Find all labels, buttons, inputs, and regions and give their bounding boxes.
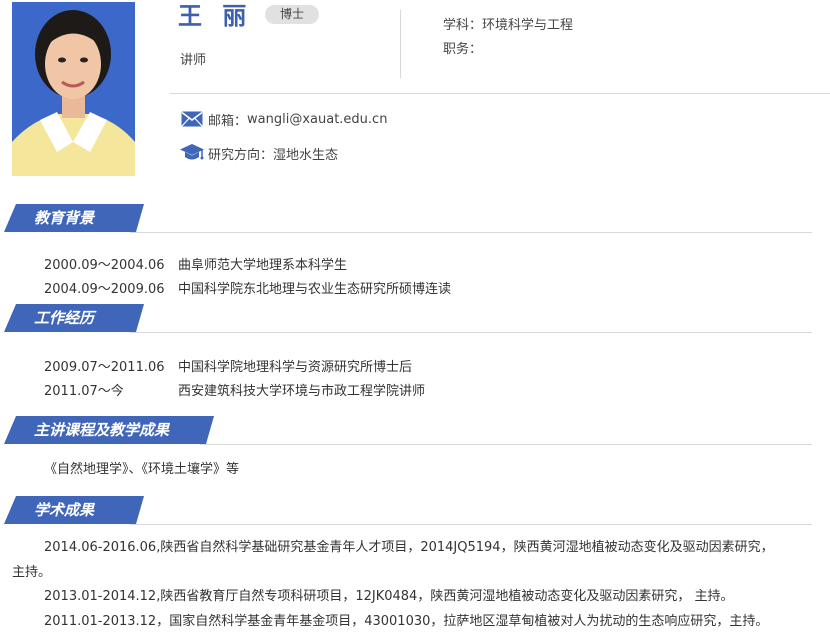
- research-item-1-line1: 2014.06-2016.06,陕西省自然科学基础研究基金青年人才项目，2014…: [44, 540, 774, 555]
- header-separator: [170, 93, 830, 94]
- subject-field: 学科：环境科学与工程: [443, 14, 573, 33]
- email-label: 邮箱：: [208, 113, 248, 129]
- item-text: 中国科学院东北地理与农业生态研究所硕博连读: [178, 282, 452, 297]
- section-title: 工作经历: [4, 304, 144, 332]
- section-rule: [130, 332, 812, 333]
- section-research-header: 学术成果: [0, 496, 812, 526]
- profile-photo: [12, 2, 135, 176]
- header-divider: [400, 10, 401, 78]
- item-text: 西安建筑科技大学环境与市政工程学院讲师: [178, 384, 426, 399]
- section-title: 学术成果: [4, 496, 144, 524]
- email-link[interactable]: wangli@xauat.edu.cn: [247, 112, 387, 127]
- research-item-1-line2: 主持。: [12, 565, 52, 580]
- section-rule: [200, 444, 812, 445]
- subject-value: 环境科学与工程: [482, 18, 574, 33]
- subject-label: 学科：: [443, 18, 483, 33]
- section-work-header: 工作经历: [0, 304, 812, 334]
- research-item-3: 2011.01-2013.12，国家自然科学基金青年基金项目，43001030，…: [44, 614, 769, 629]
- section-title: 主讲课程及教学成果: [4, 416, 214, 444]
- email-row: 邮箱： wangli@xauat.edu.cn: [180, 108, 387, 130]
- research-label: 研究方向：: [208, 147, 274, 163]
- item-date: 2000.09～2004.06: [44, 258, 165, 273]
- section-title: 教育背景: [4, 204, 144, 232]
- item-text: 曲阜师范大学地理系本科学生: [178, 258, 348, 273]
- research-value: 湿地水生态: [273, 147, 339, 163]
- job-title: 讲师: [180, 53, 207, 68]
- section-rule: [130, 524, 812, 525]
- position-label: 职务：: [443, 42, 483, 57]
- person-name: 王 丽: [178, 2, 253, 30]
- research-row: 研究方向： 湿地水生态: [180, 142, 338, 164]
- degree-badge: 博士: [265, 5, 319, 24]
- position-field: 职务：: [443, 38, 482, 57]
- research-item-2: 2013.01-2014.12,陕西省教育厅自然专项科研项目，12JK0484，…: [44, 589, 734, 604]
- graduation-cap-icon: [180, 142, 204, 164]
- section-courses-header: 主讲课程及教学成果: [0, 416, 812, 446]
- item-text: 中国科学院地理科学与资源研究所博士后: [178, 360, 413, 375]
- section-rule: [130, 232, 812, 233]
- item-date: 2009.07～2011.06: [44, 360, 165, 375]
- section-education-header: 教育背景: [0, 204, 812, 234]
- item-date: 2004.09～2009.06: [44, 282, 165, 297]
- courses-text: 《自然地理学》、《环境土壤学》等: [44, 462, 240, 477]
- envelope-icon: [180, 108, 204, 130]
- item-date: 2011.07～今: [44, 384, 124, 399]
